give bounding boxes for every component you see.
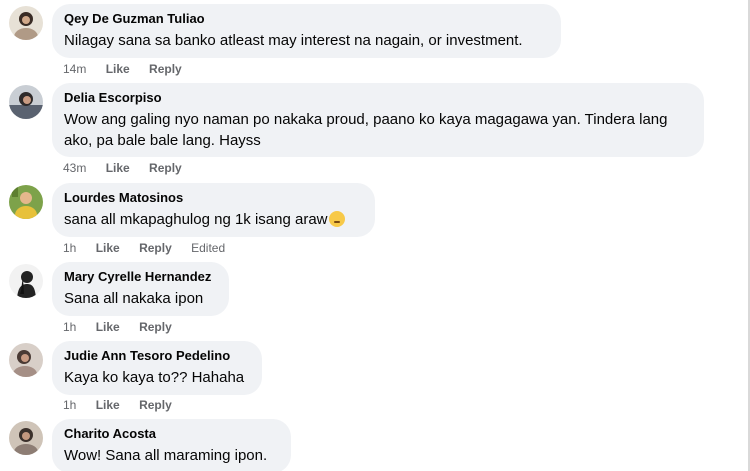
reply-button[interactable]: Reply [139, 320, 172, 334]
avatar[interactable] [9, 6, 43, 40]
like-button[interactable]: Like [106, 161, 130, 175]
like-button[interactable]: Like [96, 320, 120, 334]
comment-actions: 43m Like Reply [63, 161, 198, 175]
comment-actions: 1h Like Reply Edited [63, 241, 241, 255]
reply-button[interactable]: Reply [149, 161, 182, 175]
comment-bubble: Judie Ann Tesoro Pedelino Kaya ko kaya t… [52, 341, 262, 395]
commenter-name[interactable]: Qey De Guzman Tuliao [64, 10, 549, 27]
comment-bubble: Mary Cyrelle Hernandez Sana all nakaka i… [52, 262, 229, 316]
comment-actions: 14m Like Reply [63, 62, 198, 76]
comment-bubble: Qey De Guzman Tuliao Nilagay sana sa ban… [52, 4, 561, 58]
comment-bubble: Lourdes Matosinos sana all mkapaghulog n… [52, 183, 375, 237]
commenter-name[interactable]: Judie Ann Tesoro Pedelino [64, 347, 250, 364]
comment-text: Wow ang galing nyo naman po nakaka proud… [64, 111, 668, 149]
edited-label[interactable]: Edited [191, 241, 225, 255]
comment-time[interactable]: 43m [63, 161, 86, 175]
commenter-name[interactable]: Delia Escorpiso [64, 89, 692, 106]
comment-bubble: Charito Acosta Wow! Sana all maraming ip… [52, 419, 291, 471]
comment-time[interactable]: 1h [63, 398, 76, 412]
commenter-name[interactable]: Lourdes Matosinos [64, 189, 363, 206]
comment-text: Sana all nakaka ipon [64, 290, 204, 307]
commenter-name[interactable]: Charito Acosta [64, 425, 279, 442]
avatar[interactable] [9, 264, 43, 298]
comment-bubble: Delia Escorpiso Wow ang galing nyo naman… [52, 83, 704, 157]
reply-button[interactable]: Reply [149, 62, 182, 76]
comment-time[interactable]: 1h [63, 320, 76, 334]
comment-text: Nilagay sana sa banko atleast may intere… [64, 32, 523, 49]
avatar[interactable] [9, 185, 43, 219]
avatar[interactable] [9, 85, 43, 119]
reply-button[interactable]: Reply [139, 241, 172, 255]
comment-text-content: sana all mkapaghulog ng 1k isang araw [64, 211, 328, 228]
comment-text: sana all mkapaghulog ng 1k isang araw [64, 209, 363, 230]
reply-button[interactable]: Reply [139, 398, 172, 412]
comment-text: Wow! Sana all maraming ipon. [64, 447, 268, 464]
like-button[interactable]: Like [106, 62, 130, 76]
comments-thread: Qey De Guzman Tuliao Nilagay sana sa ban… [0, 0, 750, 471]
avatar[interactable] [9, 343, 43, 377]
comment-actions: 1h Like Reply [63, 398, 188, 412]
commenter-name[interactable]: Mary Cyrelle Hernandez [64, 268, 217, 285]
comment-actions: 1h Like Reply [63, 320, 188, 334]
like-button[interactable]: Like [96, 398, 120, 412]
worried-face-emoji-icon [328, 211, 345, 227]
like-button[interactable]: Like [96, 241, 120, 255]
avatar[interactable] [9, 421, 43, 455]
comment-time[interactable]: 14m [63, 62, 86, 76]
comment-text: Kaya ko kaya to?? Hahaha [64, 369, 245, 386]
comment-time[interactable]: 1h [63, 241, 76, 255]
